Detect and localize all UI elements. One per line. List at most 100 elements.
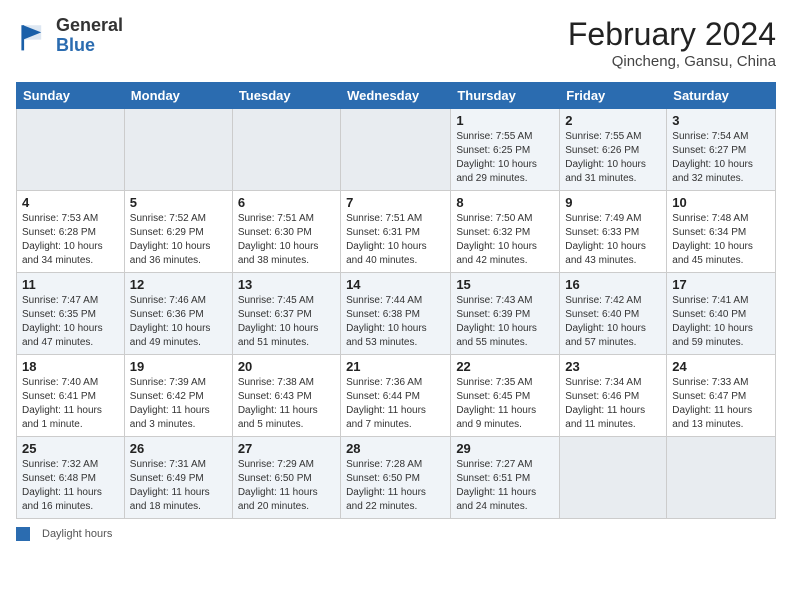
day-number: 3 — [672, 113, 770, 128]
day-number: 7 — [346, 195, 445, 210]
day-info: Sunrise: 7:34 AM Sunset: 6:46 PM Dayligh… — [565, 376, 661, 432]
legend-label: Daylight hours — [42, 528, 112, 540]
day-info: Sunrise: 7:53 AM Sunset: 6:28 PM Dayligh… — [22, 212, 119, 268]
month-title: February 2024 — [568, 16, 776, 53]
calendar-week-row: 1 Sunrise: 7:55 AM Sunset: 6:25 PM Daylig… — [17, 109, 776, 191]
calendar-cell: 13 Sunrise: 7:45 AM Sunset: 6:37 PM Dayli… — [232, 273, 340, 355]
day-number: 13 — [238, 277, 335, 292]
day-info: Sunrise: 7:40 AM Sunset: 6:41 PM Dayligh… — [22, 376, 119, 432]
day-info: Sunrise: 7:41 AM Sunset: 6:40 PM Dayligh… — [672, 294, 770, 350]
calendar-cell: 25 Sunrise: 7:32 AM Sunset: 6:48 PM Dayli… — [17, 437, 125, 519]
calendar-cell: 23Sunrise: 7:34 AM Sunset: 6:46 PM Dayli… — [560, 355, 667, 437]
day-number: 24 — [672, 359, 770, 374]
calendar-cell: 18 Sunrise: 7:40 AM Sunset: 6:41 PM Dayli… — [17, 355, 125, 437]
calendar-cell: 7 Sunrise: 7:51 AM Sunset: 6:31 PM Daylig… — [341, 191, 451, 273]
calendar-cell: 16 Sunrise: 7:42 AM Sunset: 6:40 PM Dayli… — [560, 273, 667, 355]
calendar-cell: 10 Sunrise: 7:48 AM Sunset: 6:34 PM Dayli… — [667, 191, 776, 273]
day-info: Sunrise: 7:52 AM Sunset: 6:29 PM Dayligh… — [130, 212, 227, 268]
col-header-thursday: Thursday — [451, 83, 560, 109]
calendar-cell — [560, 437, 667, 519]
day-info: Sunrise: 7:50 AM Sunset: 6:32 PM Dayligh… — [456, 212, 554, 268]
day-info: Sunrise: 7:48 AM Sunset: 6:34 PM Dayligh… — [672, 212, 770, 268]
day-number: 6 — [238, 195, 335, 210]
logo-text: General Blue — [56, 16, 123, 56]
day-info: Sunrise: 7:54 AM Sunset: 6:27 PM Dayligh… — [672, 130, 770, 186]
calendar-cell: 22 Sunrise: 7:35 AM Sunset: 6:45 PM Dayli… — [451, 355, 560, 437]
day-number: 5 — [130, 195, 227, 210]
calendar-cell: 24 Sunrise: 7:33 AM Sunset: 6:47 PM Dayli… — [667, 355, 776, 437]
day-info: Sunrise: 7:28 AM Sunset: 6:50 PM Dayligh… — [346, 458, 445, 514]
day-info: Sunrise: 7:47 AM Sunset: 6:35 PM Dayligh… — [22, 294, 119, 350]
location: Qincheng, Gansu, China — [568, 53, 776, 70]
day-number: 25 — [22, 441, 119, 456]
day-info: Sunrise: 7:51 AM Sunset: 6:30 PM Dayligh… — [238, 212, 335, 268]
day-number: 12 — [130, 277, 227, 292]
day-number: 10 — [672, 195, 770, 210]
calendar-week-row: 11 Sunrise: 7:47 AM Sunset: 6:35 PM Dayli… — [17, 273, 776, 355]
page-header: General Blue February 2024 Qincheng, Gan… — [16, 16, 776, 70]
calendar-cell: 27Sunrise: 7:29 AM Sunset: 6:50 PM Dayli… — [232, 437, 340, 519]
day-number: 2 — [565, 113, 661, 128]
day-number: 26 — [130, 441, 227, 456]
day-number: 1 — [456, 113, 554, 128]
day-info: Sunrise: 7:45 AM Sunset: 6:37 PM Dayligh… — [238, 294, 335, 350]
day-info: Sunrise: 7:44 AM Sunset: 6:38 PM Dayligh… — [346, 294, 445, 350]
calendar-cell: 5 Sunrise: 7:52 AM Sunset: 6:29 PM Daylig… — [124, 191, 232, 273]
day-info: Sunrise: 7:35 AM Sunset: 6:45 PM Dayligh… — [456, 376, 554, 432]
day-info: Sunrise: 7:29 AM Sunset: 6:50 PM Dayligh… — [238, 458, 335, 514]
day-info: Sunrise: 7:51 AM Sunset: 6:31 PM Dayligh… — [346, 212, 445, 268]
calendar-cell: 28 Sunrise: 7:28 AM Sunset: 6:50 PM Dayli… — [341, 437, 451, 519]
calendar-week-row: 25 Sunrise: 7:32 AM Sunset: 6:48 PM Dayli… — [17, 437, 776, 519]
day-info: Sunrise: 7:55 AM Sunset: 6:25 PM Dayligh… — [456, 130, 554, 186]
day-info: Sunrise: 7:33 AM Sunset: 6:47 PM Dayligh… — [672, 376, 770, 432]
col-header-monday: Monday — [124, 83, 232, 109]
day-info: Sunrise: 7:46 AM Sunset: 6:36 PM Dayligh… — [130, 294, 227, 350]
calendar-cell — [17, 109, 125, 191]
day-number: 14 — [346, 277, 445, 292]
day-number: 29 — [456, 441, 554, 456]
col-header-saturday: Saturday — [667, 83, 776, 109]
day-number: 4 — [22, 195, 119, 210]
calendar-cell — [124, 109, 232, 191]
day-info: Sunrise: 7:55 AM Sunset: 6:26 PM Dayligh… — [565, 130, 661, 186]
calendar-cell: 12 Sunrise: 7:46 AM Sunset: 6:36 PM Dayli… — [124, 273, 232, 355]
day-number: 11 — [22, 277, 119, 292]
day-info: Sunrise: 7:49 AM Sunset: 6:33 PM Dayligh… — [565, 212, 661, 268]
day-number: 21 — [346, 359, 445, 374]
day-number: 15 — [456, 277, 554, 292]
day-number: 20 — [238, 359, 335, 374]
day-info: Sunrise: 7:38 AM Sunset: 6:43 PM Dayligh… — [238, 376, 335, 432]
day-info: Sunrise: 7:39 AM Sunset: 6:42 PM Dayligh… — [130, 376, 227, 432]
calendar-week-row: 18 Sunrise: 7:40 AM Sunset: 6:41 PM Dayli… — [17, 355, 776, 437]
calendar-table: SundayMondayTuesdayWednesdayThursdayFrid… — [16, 82, 776, 519]
col-header-sunday: Sunday — [17, 83, 125, 109]
day-number: 22 — [456, 359, 554, 374]
col-header-wednesday: Wednesday — [341, 83, 451, 109]
calendar-cell: 3 Sunrise: 7:54 AM Sunset: 6:27 PM Daylig… — [667, 109, 776, 191]
calendar-cell: 1 Sunrise: 7:55 AM Sunset: 6:25 PM Daylig… — [451, 109, 560, 191]
calendar-cell: 26 Sunrise: 7:31 AM Sunset: 6:49 PM Dayli… — [124, 437, 232, 519]
day-number: 17 — [672, 277, 770, 292]
calendar-cell — [232, 109, 340, 191]
col-header-friday: Friday — [560, 83, 667, 109]
day-number: 28 — [346, 441, 445, 456]
title-block: February 2024 Qincheng, Gansu, China — [568, 16, 776, 70]
calendar-cell: 2 Sunrise: 7:55 AM Sunset: 6:26 PM Daylig… — [560, 109, 667, 191]
calendar-header-row: SundayMondayTuesdayWednesdayThursdayFrid… — [17, 83, 776, 109]
day-info: Sunrise: 7:31 AM Sunset: 6:49 PM Dayligh… — [130, 458, 227, 514]
logo: General Blue — [16, 16, 123, 56]
calendar-cell: 17 Sunrise: 7:41 AM Sunset: 6:40 PM Dayli… — [667, 273, 776, 355]
legend-color-box — [16, 527, 30, 541]
day-info: Sunrise: 7:43 AM Sunset: 6:39 PM Dayligh… — [456, 294, 554, 350]
calendar-cell: 9 Sunrise: 7:49 AM Sunset: 6:33 PM Daylig… — [560, 191, 667, 273]
col-header-tuesday: Tuesday — [232, 83, 340, 109]
day-number: 18 — [22, 359, 119, 374]
day-info: Sunrise: 7:42 AM Sunset: 6:40 PM Dayligh… — [565, 294, 661, 350]
day-number: 16 — [565, 277, 661, 292]
day-info: Sunrise: 7:32 AM Sunset: 6:48 PM Dayligh… — [22, 458, 119, 514]
calendar-cell: 21Sunrise: 7:36 AM Sunset: 6:44 PM Dayli… — [341, 355, 451, 437]
day-number: 9 — [565, 195, 661, 210]
logo-icon — [16, 18, 52, 54]
calendar-cell: 8Sunrise: 7:50 AM Sunset: 6:32 PM Daylig… — [451, 191, 560, 273]
calendar-cell: 19Sunrise: 7:39 AM Sunset: 6:42 PM Dayli… — [124, 355, 232, 437]
